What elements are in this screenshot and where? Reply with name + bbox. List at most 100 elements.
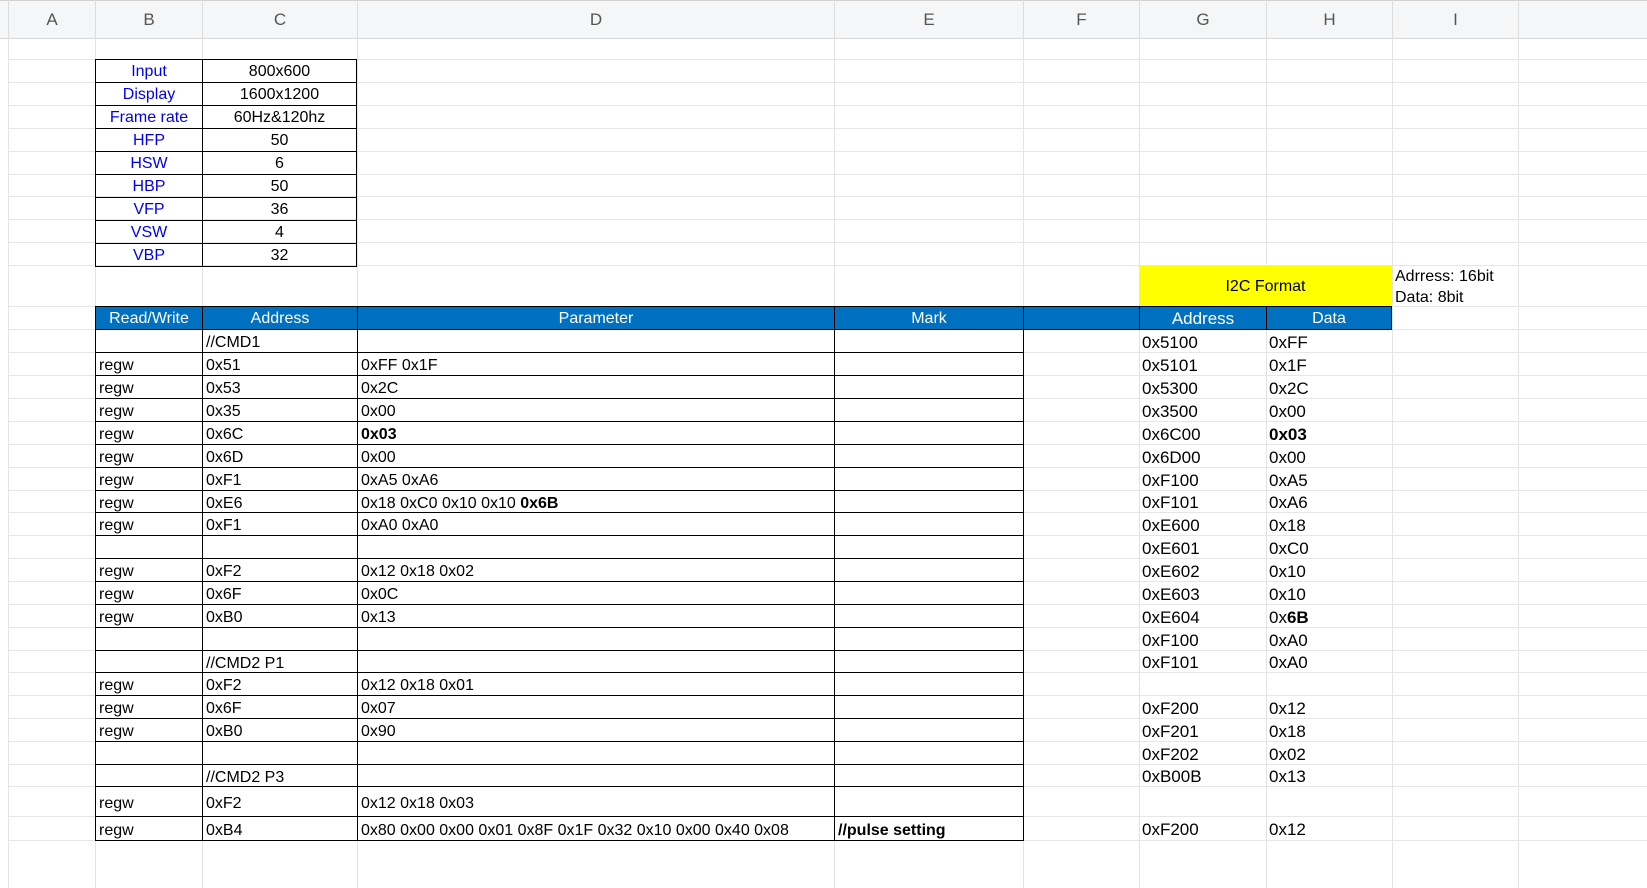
cmd-parameter[interactable]: 0x00: [357, 398, 835, 422]
i2c-data[interactable]: 0x12: [1269, 816, 1389, 840]
cmd-mark[interactable]: [834, 650, 1024, 673]
info-label[interactable]: VSW: [95, 220, 203, 244]
cmd-address[interactable]: 0xF1: [202, 512, 358, 536]
header-parameter[interactable]: Parameter: [357, 306, 835, 330]
cmd-parameter[interactable]: 0x12 0x18 0x03: [357, 786, 835, 817]
cmd-address[interactable]: [202, 741, 358, 765]
cmd-parameter[interactable]: 0x13: [357, 604, 835, 628]
column-header-a[interactable]: A: [8, 0, 95, 38]
cmd-parameter[interactable]: 0x12 0x18 0x02: [357, 558, 835, 582]
i2c-data[interactable]: 0x10: [1269, 581, 1389, 604]
info-label[interactable]: HBP: [95, 174, 203, 198]
cmd-mark[interactable]: [834, 352, 1024, 376]
cmd-read-write[interactable]: regw: [95, 695, 203, 719]
i2c-address[interactable]: 0x5300: [1142, 375, 1262, 398]
cmd-address[interactable]: 0xF2: [202, 672, 358, 696]
cmd-read-write[interactable]: [95, 741, 203, 765]
i2c-data[interactable]: 0xFF: [1269, 329, 1389, 352]
header-read-write[interactable]: Read/Write: [95, 306, 203, 330]
header-blank-f[interactable]: [1023, 306, 1140, 330]
cmd-mark[interactable]: [834, 421, 1024, 445]
column-header-b[interactable]: B: [95, 0, 202, 38]
cmd-read-write[interactable]: regw: [95, 786, 203, 817]
cmd-mark[interactable]: [834, 581, 1024, 605]
info-value[interactable]: 50: [202, 128, 357, 152]
info-value[interactable]: 1600x1200: [202, 82, 357, 106]
cmd-parameter[interactable]: [357, 329, 835, 353]
cmd-address[interactable]: //CMD1: [202, 329, 358, 353]
cmd-mark[interactable]: [834, 467, 1024, 491]
info-value[interactable]: 50: [202, 174, 357, 198]
cmd-parameter[interactable]: 0x2C: [357, 375, 835, 399]
i2c-address[interactable]: 0xF201: [1142, 718, 1262, 741]
cmd-mark[interactable]: [834, 786, 1024, 817]
i2c-data[interactable]: 0x03: [1269, 421, 1389, 444]
cmd-parameter[interactable]: 0x18 0xC0 0x10 0x10 0x6B: [357, 490, 835, 513]
cmd-address[interactable]: 0xF2: [202, 786, 358, 817]
cmd-parameter[interactable]: 0x12 0x18 0x01: [357, 672, 835, 696]
cmd-address[interactable]: //CMD2 P1: [202, 650, 358, 673]
cmd-address[interactable]: 0xF2: [202, 558, 358, 582]
info-label[interactable]: VFP: [95, 197, 203, 221]
cmd-parameter[interactable]: [357, 741, 835, 765]
i2c-address[interactable]: 0xF200: [1142, 816, 1262, 840]
cmd-mark[interactable]: [834, 398, 1024, 422]
cmd-mark[interactable]: //pulse setting: [834, 816, 1024, 841]
info-value[interactable]: 32: [202, 243, 357, 267]
cmd-mark[interactable]: [834, 718, 1024, 742]
cmd-read-write[interactable]: regw: [95, 398, 203, 422]
i2c-data[interactable]: 0xA0: [1269, 627, 1389, 650]
i2c-data[interactable]: 0x12: [1269, 695, 1389, 718]
info-label[interactable]: Frame rate: [95, 105, 203, 129]
column-header-g[interactable]: G: [1139, 0, 1266, 38]
cmd-address[interactable]: 0x6F: [202, 695, 358, 719]
i2c-address[interactable]: 0xE603: [1142, 581, 1262, 604]
cmd-read-write[interactable]: regw: [95, 490, 203, 513]
cmd-parameter[interactable]: [357, 627, 835, 651]
cmd-parameter[interactable]: 0xA5 0xA6: [357, 467, 835, 491]
info-value[interactable]: 4: [202, 220, 357, 244]
i2c-data[interactable]: 0x00: [1269, 444, 1389, 467]
cmd-address[interactable]: 0x6D: [202, 444, 358, 468]
cmd-address[interactable]: 0x6C: [202, 421, 358, 445]
cmd-read-write[interactable]: regw: [95, 444, 203, 468]
column-header-f[interactable]: F: [1023, 0, 1139, 38]
cmd-read-write[interactable]: [95, 535, 203, 559]
cmd-parameter[interactable]: 0x80 0x00 0x00 0x01 0x8F 0x1F 0x32 0x10 …: [357, 816, 835, 841]
cmd-parameter[interactable]: 0x00: [357, 444, 835, 468]
i2c-address[interactable]: [1142, 672, 1262, 695]
i2c-address[interactable]: 0x5101: [1142, 352, 1262, 375]
cmd-read-write[interactable]: regw: [95, 352, 203, 376]
info-label[interactable]: Input: [95, 59, 203, 83]
cmd-address[interactable]: 0x6F: [202, 581, 358, 605]
info-value[interactable]: 6: [202, 151, 357, 175]
cmd-mark[interactable]: [834, 444, 1024, 468]
info-label[interactable]: Display: [95, 82, 203, 106]
cmd-read-write[interactable]: regw: [95, 467, 203, 491]
cmd-address[interactable]: 0xB0: [202, 718, 358, 742]
cmd-read-write[interactable]: regw: [95, 558, 203, 582]
cmd-read-write[interactable]: regw: [95, 672, 203, 696]
i2c-data[interactable]: 0x2C: [1269, 375, 1389, 398]
cmd-parameter[interactable]: 0x03: [357, 421, 835, 445]
cmd-mark[interactable]: [834, 627, 1024, 651]
cmd-address[interactable]: 0xB0: [202, 604, 358, 628]
cmd-mark[interactable]: [834, 672, 1024, 696]
i2c-data[interactable]: 0x00: [1269, 398, 1389, 421]
info-value[interactable]: 800x600: [202, 59, 357, 83]
i2c-address[interactable]: 0x6C00: [1142, 421, 1262, 444]
i2c-address[interactable]: 0xF100: [1142, 467, 1262, 490]
cmd-parameter[interactable]: 0xFF 0x1F: [357, 352, 835, 376]
cmd-parameter[interactable]: 0x90: [357, 718, 835, 742]
i2c-data[interactable]: 0xA5: [1269, 467, 1389, 490]
cmd-parameter[interactable]: [357, 650, 835, 673]
cmd-address[interactable]: 0x53: [202, 375, 358, 399]
i2c-data[interactable]: [1269, 672, 1389, 695]
info-value[interactable]: 36: [202, 197, 357, 221]
cmd-read-write[interactable]: [95, 650, 203, 673]
cmd-parameter[interactable]: 0xA0 0xA0: [357, 512, 835, 536]
i2c-address[interactable]: 0xF100: [1142, 627, 1262, 650]
column-header-i[interactable]: I: [1392, 0, 1518, 38]
cmd-read-write[interactable]: [95, 627, 203, 651]
i2c-data[interactable]: 0x18: [1269, 718, 1389, 741]
